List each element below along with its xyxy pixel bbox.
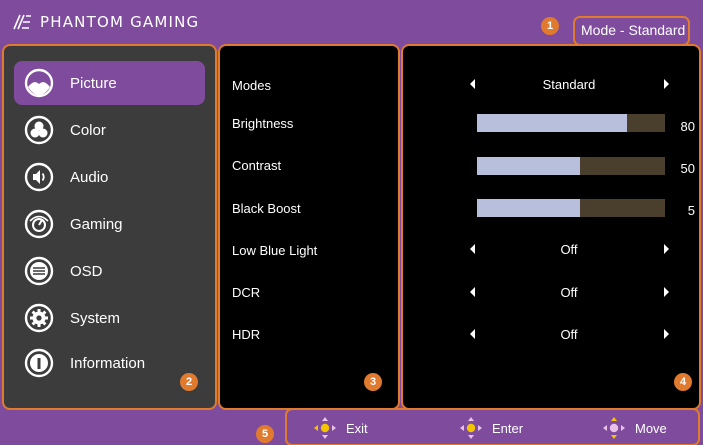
enter-hint[interactable]: Enter xyxy=(458,415,523,441)
header-bar: PHANTOM GAMING Mode - Standard xyxy=(0,0,703,46)
sidebar-item-audio[interactable]: Audio xyxy=(14,155,205,199)
modes-next-arrow-icon[interactable] xyxy=(664,79,669,89)
sidebar-item-label: OSD xyxy=(70,262,103,280)
audio-icon xyxy=(24,162,54,192)
black-boost-value: 5 xyxy=(687,203,695,218)
osd-icon xyxy=(24,256,54,286)
sidebar-item-information[interactable]: Information xyxy=(14,341,205,385)
system-icon xyxy=(24,303,54,333)
contrast-slider[interactable] xyxy=(477,157,665,175)
hdr-prev-arrow-icon[interactable] xyxy=(470,329,475,339)
sidebar-item-color[interactable]: Color xyxy=(14,108,205,152)
setting-label-contrast[interactable]: Contrast xyxy=(232,158,281,173)
gaming-icon xyxy=(24,209,54,239)
sidebar-item-label: Picture xyxy=(70,74,117,92)
sidebar-item-label: System xyxy=(70,309,121,327)
enter-hint-label: Enter xyxy=(492,420,524,436)
contrast-slider-fill xyxy=(477,157,581,175)
contrast-value: 50 xyxy=(680,161,695,176)
callout-marker-2: 2 xyxy=(180,373,198,391)
sidebar-item-label: Audio xyxy=(70,168,109,186)
dcr-prev-arrow-icon[interactable] xyxy=(470,287,475,297)
callout-marker-5: 5 xyxy=(256,425,274,443)
low-blue-light-value: Off xyxy=(560,242,578,257)
black-boost-slider[interactable] xyxy=(477,199,665,217)
phantom-gaming-logo-icon xyxy=(13,14,31,30)
information-icon xyxy=(24,348,54,378)
hdr-next-arrow-icon[interactable] xyxy=(664,329,669,339)
dcr-value: Off xyxy=(560,285,578,300)
exit-hint-label: Exit xyxy=(346,420,368,436)
low-blue-light-next-arrow-icon[interactable] xyxy=(664,244,669,254)
mode-indicator: Mode - Standard xyxy=(581,22,686,38)
sidebar-item-gaming[interactable]: Gaming xyxy=(14,202,205,246)
low-blue-light-prev-arrow-icon[interactable] xyxy=(470,244,475,254)
setting-label-black-boost[interactable]: Black Boost xyxy=(232,201,301,216)
modes-prev-arrow-icon[interactable] xyxy=(470,79,475,89)
brightness-slider-fill xyxy=(477,114,628,132)
sidebar-item-osd[interactable]: OSD xyxy=(14,249,205,293)
setting-label-low-blue-light[interactable]: Low Blue Light xyxy=(232,243,317,258)
sidebar-item-label: Information xyxy=(70,354,146,372)
move-hint[interactable]: Move xyxy=(601,415,667,441)
setting-label-hdr[interactable]: HDR xyxy=(232,327,260,342)
sidebar-item-picture[interactable]: Picture xyxy=(14,61,205,105)
sidebar-item-label: Gaming xyxy=(70,215,123,233)
color-icon xyxy=(24,115,54,145)
joystick-press-icon xyxy=(460,417,482,439)
joystick-left-icon xyxy=(314,417,336,439)
black-boost-slider-fill xyxy=(477,199,581,217)
setting-label-dcr[interactable]: DCR xyxy=(232,285,260,300)
picture-icon xyxy=(24,68,54,98)
hdr-value: Off xyxy=(560,327,578,342)
callout-marker-4: 4 xyxy=(674,373,692,391)
brand: PHANTOM GAMING xyxy=(12,11,199,33)
joystick-up-down-icon xyxy=(603,417,625,439)
move-hint-label: Move xyxy=(635,420,667,436)
brand-name: PHANTOM GAMING xyxy=(40,13,200,31)
callout-marker-3: 3 xyxy=(364,373,382,391)
brightness-slider[interactable] xyxy=(477,114,665,132)
setting-label-modes[interactable]: Modes xyxy=(232,78,271,93)
settings-value-panel xyxy=(401,44,701,410)
dcr-next-arrow-icon[interactable] xyxy=(664,287,669,297)
exit-hint[interactable]: Exit xyxy=(312,415,368,441)
brightness-value: 80 xyxy=(680,119,695,134)
callout-marker-1: 1 xyxy=(541,17,559,35)
modes-value: Standard xyxy=(542,77,596,92)
sidebar-item-label: Color xyxy=(70,121,106,139)
sidebar-item-system[interactable]: System xyxy=(14,296,205,340)
setting-label-brightness[interactable]: Brightness xyxy=(232,116,293,131)
settings-label-panel xyxy=(218,44,400,410)
